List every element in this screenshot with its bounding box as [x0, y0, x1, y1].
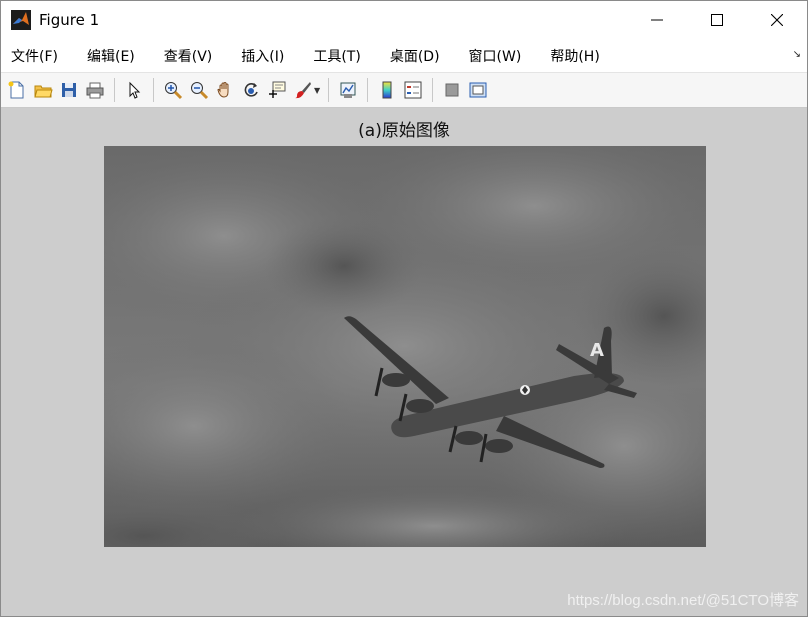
zoom-in-icon [165, 82, 183, 100]
pan-button[interactable] [212, 77, 238, 103]
menu-window[interactable]: 窗口(W) [461, 46, 530, 66]
save-icon [62, 83, 76, 97]
colorbar-icon [382, 81, 392, 99]
svg-text:A: A [590, 340, 604, 361]
toolbar-separator [153, 78, 154, 102]
toolbar-separator [367, 78, 369, 102]
rotate-3d-icon [244, 83, 258, 97]
print-button[interactable] [82, 77, 108, 103]
rotate-3d-button[interactable] [238, 77, 264, 103]
menu-help[interactable]: 帮助(H) [542, 46, 607, 66]
edit-plot-button[interactable] [121, 77, 147, 103]
menu-bar: 文件(F) 编辑(E) 查看(V) 插入(I) 工具(T) 桌面(D) 窗口(W… [1, 39, 807, 72]
minimize-button[interactable] [627, 1, 687, 39]
open-file-button[interactable] [30, 77, 56, 103]
colorbar-button[interactable] [374, 77, 400, 103]
link-plot-icon [340, 82, 356, 98]
brush-icon [295, 82, 311, 99]
menu-desktop[interactable]: 桌面(D) [382, 46, 448, 66]
zoom-out-button[interactable] [186, 77, 212, 103]
new-figure-icon [8, 81, 24, 99]
maximize-button[interactable] [687, 1, 747, 39]
hide-plot-tools-button[interactable] [439, 77, 465, 103]
save-button[interactable] [56, 77, 82, 103]
open-file-icon [34, 85, 53, 98]
hide-plot-tools-icon [445, 83, 459, 97]
edit-plot-icon [129, 81, 141, 99]
menu-tools[interactable]: 工具(T) [305, 46, 368, 66]
show-plot-tools-icon [469, 82, 487, 98]
maximize-icon [711, 14, 723, 26]
matlab-logo-icon [11, 10, 31, 30]
brush-button[interactable] [290, 77, 316, 103]
zoom-out-icon [191, 82, 209, 100]
close-icon [771, 14, 783, 26]
legend-button[interactable] [400, 77, 426, 103]
double-chevron-icon[interactable]: ↘ [793, 49, 801, 60]
toolbar-separator [432, 78, 434, 102]
print-icon [86, 82, 104, 99]
new-figure-button[interactable] [4, 77, 30, 103]
minimize-icon [651, 19, 663, 21]
menu-edit[interactable]: 编辑(E) [79, 46, 143, 66]
menu-file[interactable]: 文件(F) [3, 46, 66, 66]
title-bar[interactable]: Figure 1 [1, 1, 807, 39]
show-plot-tools-button[interactable] [465, 77, 491, 103]
watermark-text: https://blog.csdn.net/@51CTO博客 [567, 592, 799, 609]
data-cursor-icon [269, 81, 286, 98]
pan-icon [217, 81, 229, 98]
axes-title: (a)原始图像 [358, 121, 450, 141]
zoom-in-button[interactable] [160, 77, 186, 103]
window-title: Figure 1 [39, 11, 100, 29]
toolbar-separator [328, 78, 330, 102]
menu-view[interactable]: 查看(V) [156, 46, 221, 66]
close-button[interactable] [747, 1, 807, 39]
legend-icon [404, 81, 422, 99]
figure-canvas: (a)原始图像 A https://blog.csdn.net/@51CTO博客 [1, 108, 807, 616]
airplane-image: A [104, 146, 706, 547]
figure-window: Figure 1 文件(F) 编辑(E) 查看(V) 插入(I) 工具(T) 桌… [0, 0, 808, 617]
figure-toolbar: ▼ [1, 72, 807, 108]
brush-dropdown-icon[interactable]: ▼ [314, 86, 320, 95]
toolbar-separator [114, 78, 115, 102]
link-plot-button[interactable] [335, 77, 361, 103]
image-axes: A [104, 146, 706, 547]
data-cursor-button[interactable] [264, 77, 290, 103]
menu-insert[interactable]: 插入(I) [233, 46, 292, 66]
